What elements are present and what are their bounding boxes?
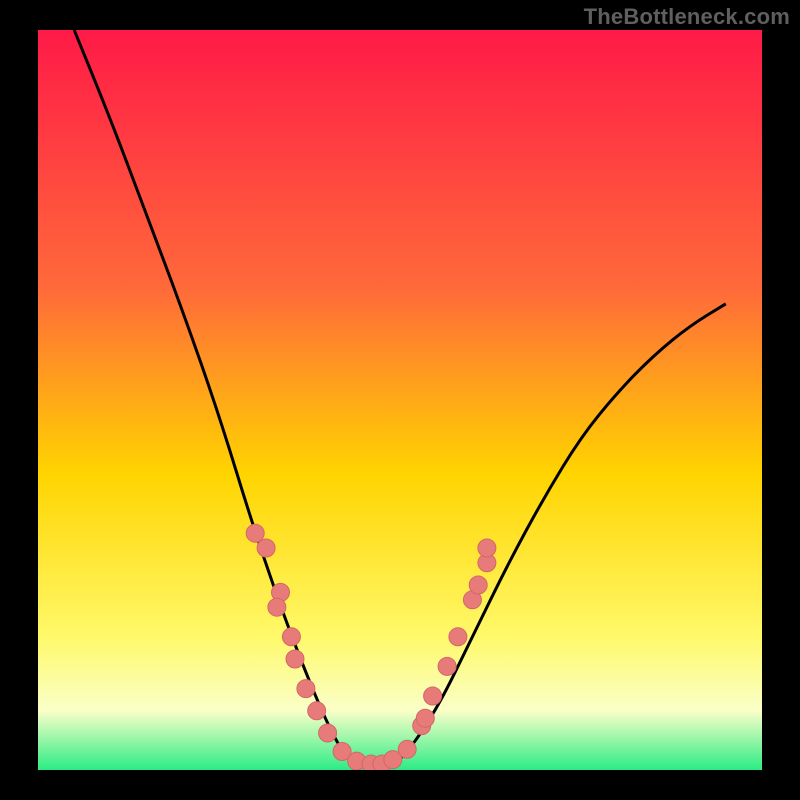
sample-dot	[449, 628, 467, 646]
sample-dot	[319, 724, 337, 742]
chart-stage: TheBottleneck.com	[0, 0, 800, 800]
sample-dot	[257, 539, 275, 557]
sample-dot	[246, 524, 264, 542]
sample-dot	[424, 687, 442, 705]
left-border	[0, 0, 38, 800]
sample-dot	[286, 650, 304, 668]
sample-dot	[282, 628, 300, 646]
sample-dot	[297, 680, 315, 698]
sample-dot	[438, 657, 456, 675]
right-border	[762, 0, 800, 800]
bottom-border	[0, 770, 800, 800]
sample-dot	[478, 539, 496, 557]
gradient-background	[38, 30, 762, 770]
sample-dot	[398, 740, 416, 758]
attribution-label: TheBottleneck.com	[584, 4, 790, 30]
sample-dot	[469, 576, 487, 594]
sample-dot	[308, 702, 326, 720]
sample-dot	[416, 709, 434, 727]
sample-dot	[268, 598, 286, 616]
bottleneck-chart	[0, 0, 800, 800]
